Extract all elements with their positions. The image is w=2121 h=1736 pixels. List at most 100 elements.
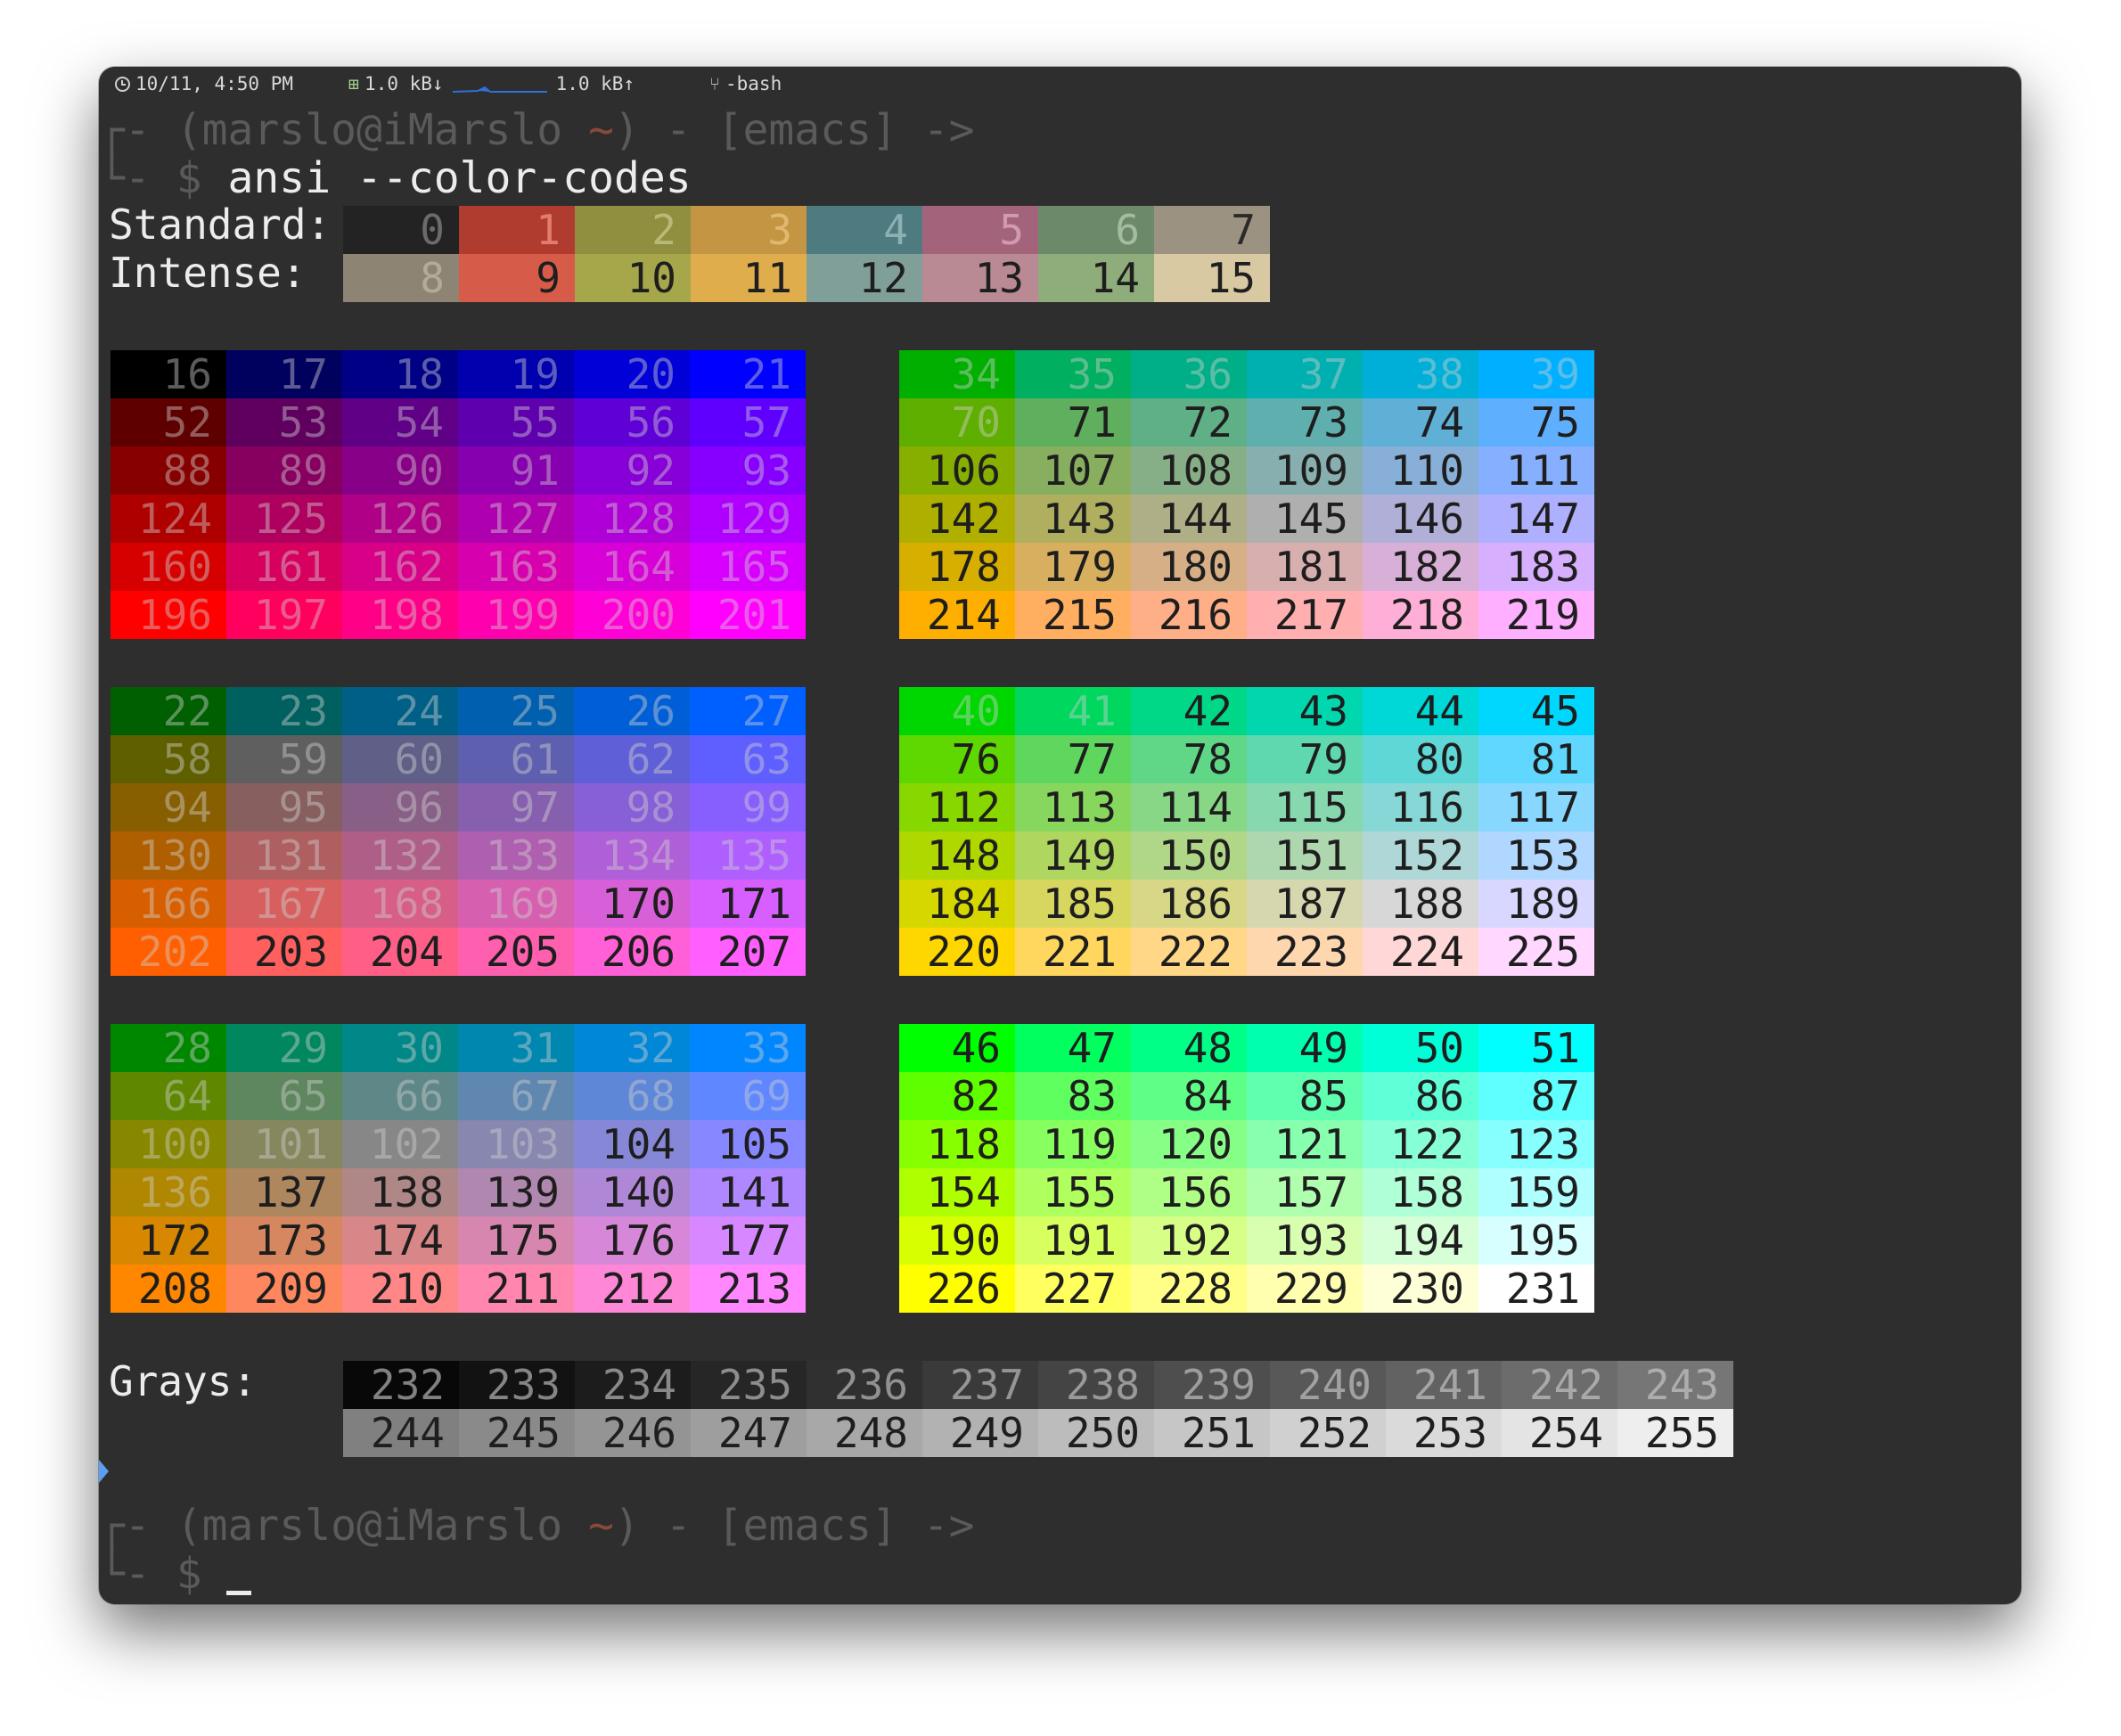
color-cell-246: 246 (575, 1409, 691, 1457)
prompt-userhost: (marslo@iMarslo (150, 105, 589, 155)
status-shell: ⑂ -bash (709, 73, 782, 94)
color-cell-137: 137 (226, 1168, 342, 1216)
color-cell-170: 170 (574, 880, 690, 928)
color-cell-10: 10 (575, 254, 691, 302)
color-cell-12: 12 (807, 254, 922, 302)
prompt-bracket-top: ┌- (99, 105, 151, 155)
prompt-context: ) - [emacs] -> (613, 1501, 975, 1551)
color-cell-134: 134 (574, 831, 690, 880)
prompt-context: ) - [emacs] -> (613, 105, 975, 155)
command-text: ansi --color-codes (227, 153, 692, 203)
color-cell-167: 167 (226, 880, 342, 928)
color-cell-206: 206 (574, 928, 690, 976)
color-cell-43: 43 (1247, 687, 1363, 735)
color-cell-135: 135 (690, 831, 806, 880)
color-cell-34: 34 (899, 350, 1015, 398)
color-cell-219: 219 (1478, 591, 1594, 639)
color-cell-204: 204 (342, 928, 458, 976)
prompt-line-2: └- $ ansi --color-codes (99, 154, 692, 202)
color-cell-232: 232 (343, 1361, 459, 1409)
color-cell-51: 51 (1478, 1024, 1594, 1072)
color-cell-240: 240 (1270, 1361, 1386, 1409)
color-cell-162: 162 (342, 543, 458, 591)
color-cell-150: 150 (1131, 831, 1247, 880)
color-cell-28: 28 (111, 1024, 226, 1072)
color-cell-243: 243 (1617, 1361, 1733, 1409)
color-cell-35: 35 (1015, 350, 1131, 398)
color-cell-8: 8 (343, 254, 459, 302)
color-cell-165: 165 (690, 543, 806, 591)
color-cell-23: 23 (226, 687, 342, 735)
prompt-line-1: ┌- (marslo@iMarslo ~) - [emacs] -> (99, 106, 975, 154)
color-cell-4: 4 (807, 206, 922, 254)
color-cell-73: 73 (1247, 398, 1363, 446)
text-cursor (226, 1591, 251, 1595)
color-cell-118: 118 (899, 1120, 1015, 1168)
color-cell-130: 130 (111, 831, 226, 880)
color-cell-184: 184 (899, 880, 1015, 928)
color-cell-215: 215 (1015, 591, 1131, 639)
color-cell-180: 180 (1131, 543, 1247, 591)
color-cell-16: 16 (111, 350, 226, 398)
color-cell-140: 140 (574, 1168, 690, 1216)
color-cell-13: 13 (922, 254, 1038, 302)
color-cell-60: 60 (342, 735, 458, 783)
color-cell-128: 128 (574, 495, 690, 543)
color-cell-159: 159 (1478, 1168, 1594, 1216)
color-cell-194: 194 (1363, 1216, 1478, 1265)
color-cell-213: 213 (690, 1265, 806, 1313)
intense-label: Intense: (109, 249, 307, 297)
color-cell-200: 200 (574, 591, 690, 639)
color-cell-41: 41 (1015, 687, 1131, 735)
color-cell-181: 181 (1247, 543, 1363, 591)
color-cell-67: 67 (458, 1072, 574, 1120)
color-cell-47: 47 (1015, 1024, 1131, 1072)
color-cell-119: 119 (1015, 1120, 1131, 1168)
color-cell-173: 173 (226, 1216, 342, 1265)
color-cell-50: 50 (1363, 1024, 1478, 1072)
color-cell-221: 221 (1015, 928, 1131, 976)
color-cell-20: 20 (574, 350, 690, 398)
color-cell-158: 158 (1363, 1168, 1478, 1216)
color-cell-186: 186 (1131, 880, 1247, 928)
color-cell-85: 85 (1247, 1072, 1363, 1120)
prompt-line-4[interactable]: └- $ (99, 1550, 202, 1598)
color-cell-44: 44 (1363, 687, 1478, 735)
color-cell-237: 237 (922, 1361, 1038, 1409)
color-cell-57: 57 (690, 398, 806, 446)
color-cell-33: 33 (690, 1024, 806, 1072)
color-cell-225: 225 (1478, 928, 1594, 976)
color-cell-112: 112 (899, 783, 1015, 831)
color-cell-152: 152 (1363, 831, 1478, 880)
color-cell-171: 171 (690, 880, 806, 928)
color-cube-block-28: 28 29 30 31 32 33 64 65 66 67 68 69 100 101 102 103 104 1… (111, 1024, 806, 1313)
color-cell-102: 102 (342, 1120, 458, 1168)
color-cell-168: 168 (342, 880, 458, 928)
color-cell-175: 175 (458, 1216, 574, 1265)
color-cell-29: 29 (226, 1024, 342, 1072)
color-cell-1: 1 (459, 206, 575, 254)
color-cube-block-34: 34 35 36 37 38 39 70 71 72 73 74 75 106 107 108 109 110 1… (899, 350, 1594, 639)
color-cell-83: 83 (1015, 1072, 1131, 1120)
color-cell-207: 207 (690, 928, 806, 976)
color-cell-208: 208 (111, 1265, 226, 1313)
color-cell-244: 244 (343, 1409, 459, 1457)
color-cell-151: 151 (1247, 831, 1363, 880)
color-cell-80: 80 (1363, 735, 1478, 783)
color-cell-193: 193 (1247, 1216, 1363, 1265)
color-cell-22: 22 (111, 687, 226, 735)
color-cell-148: 148 (899, 831, 1015, 880)
color-cell-105: 105 (690, 1120, 806, 1168)
prompt-bracket-top: ┌- (99, 1501, 151, 1551)
terminal-window[interactable]: 10/11, 4:50 PM ⊞ 1.0 kB↓ 1.0 kB↑ ⑂ -bash… (99, 67, 2021, 1604)
color-cell-84: 84 (1131, 1072, 1247, 1120)
color-cell-92: 92 (574, 446, 690, 495)
color-cell-91: 91 (458, 446, 574, 495)
clock-icon (115, 76, 130, 92)
color-cell-7: 7 (1154, 206, 1270, 254)
color-cell-15: 15 (1154, 254, 1270, 302)
color-cell-241: 241 (1386, 1361, 1502, 1409)
color-cell-198: 198 (342, 591, 458, 639)
color-cell-37: 37 (1247, 350, 1363, 398)
color-cell-142: 142 (899, 495, 1015, 543)
